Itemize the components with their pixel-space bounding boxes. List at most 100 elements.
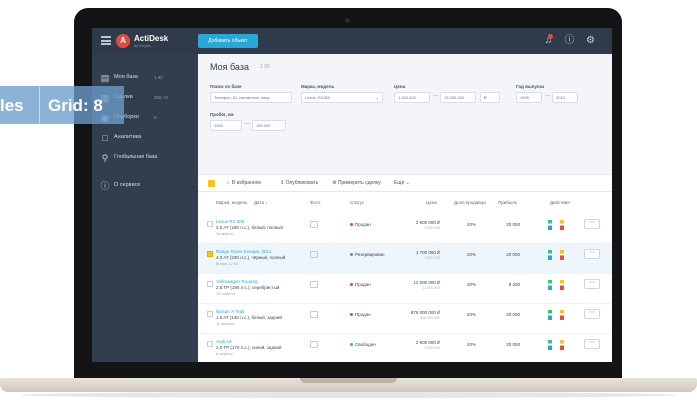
- row-date: Вчера 12:00: [216, 261, 239, 266]
- table-row[interactable]: Range Rover Evoque, 2012 4.0 AT (230 л.с.…: [198, 244, 612, 274]
- add-object-button[interactable]: Добавить объект: [198, 34, 258, 48]
- row-status: Продан: [350, 312, 371, 317]
- row-status-label: Продан: [355, 312, 371, 317]
- row-profit: 20 000: [506, 222, 520, 227]
- sidebar-item-label: Моя база: [114, 74, 138, 80]
- overlay-left-text: les: [0, 96, 24, 115]
- column-header-date[interactable]: Дата ↓: [254, 200, 267, 205]
- top-bar: A ActiDesk by Keydo Добавить объект ♫ ⓘ …: [92, 28, 612, 54]
- row-checkbox[interactable]: [207, 281, 213, 287]
- action-flags-icon[interactable]: [548, 250, 552, 260]
- model-select[interactable]: Lexus, RX300 ⌄: [301, 92, 383, 103]
- status-dot: [350, 313, 353, 317]
- column-header-price[interactable]: Цена: [426, 200, 437, 205]
- row-checkbox[interactable]: [207, 221, 213, 227]
- sidebar-item-global-base[interactable]: ⚲ Глобальная база: [92, 150, 198, 168]
- price-to-input[interactable]: 15 000 000: [440, 92, 476, 103]
- row-checkbox[interactable]: [207, 311, 213, 317]
- settings-icon[interactable]: ⚙: [585, 35, 596, 46]
- column-header-status[interactable]: Статус: [350, 200, 364, 205]
- sidebar-item-analytics[interactable]: □ Аналитика: [92, 130, 198, 148]
- table-row[interactable]: Audi A4 2.0 TP (170 л.с.), синий, задний 8…: [198, 334, 612, 362]
- row-profit: 20 000: [506, 312, 520, 317]
- page-title-count: 1 90: [260, 64, 270, 70]
- analytics-icon: □: [102, 133, 108, 143]
- row-checkbox[interactable]: [207, 251, 213, 257]
- help-icon[interactable]: ⓘ: [564, 35, 575, 46]
- row-price-old: 3 000 000: [424, 346, 440, 350]
- search-input[interactable]: Телефон, ID, контактное лицо: [210, 92, 292, 103]
- row-more-button[interactable]: ⋯: [584, 339, 600, 349]
- row-share: 20%: [466, 222, 476, 227]
- photo-icon[interactable]: [310, 281, 318, 288]
- action-flags-icon[interactable]: [548, 310, 552, 320]
- row-status: Продан: [350, 282, 371, 287]
- row-checkbox[interactable]: [207, 341, 213, 347]
- row-description: 1.6 AT (130 л.с.), белый, задний: [216, 315, 282, 320]
- more-label: Ещё: [394, 180, 405, 186]
- photo-icon[interactable]: [310, 341, 318, 348]
- info-icon: ⓘ: [100, 181, 110, 191]
- row-more-button[interactable]: ⋯: [584, 279, 600, 289]
- row-status-label: Продан: [355, 222, 371, 227]
- sidebar-item-label: О сервисе: [114, 182, 141, 188]
- row-description: 2.5 TP (190 л.с.), серебристый: [216, 285, 280, 290]
- row-description: 4.0 AT (230 л.с.), чёрный, полный: [216, 255, 286, 260]
- price-from-input[interactable]: 1 000 000: [394, 92, 430, 103]
- table-row[interactable]: Nissan X-Trail 1.6 AT (130 л.с.), белый, …: [198, 304, 612, 334]
- favorites-button[interactable]: ☆ В избранное: [226, 180, 261, 186]
- year-from-input[interactable]: 1995: [516, 92, 542, 103]
- photo-icon[interactable]: [310, 311, 318, 318]
- brand-name: ActiDesk: [134, 34, 169, 43]
- row-more-button[interactable]: ⋯: [584, 249, 600, 259]
- row-share: 20%: [466, 282, 476, 287]
- table-row[interactable]: Volkswagen Touareg 2.5 TP (190 л.с.), сер…: [198, 274, 612, 304]
- currency-select[interactable]: ₽: [480, 92, 500, 103]
- row-more-button[interactable]: ⋯: [584, 219, 600, 229]
- camera-icon: [345, 18, 350, 23]
- action-flags-icon[interactable]: [548, 280, 552, 290]
- row-price-old: 1 800 000: [424, 256, 440, 260]
- status-dot: [350, 283, 353, 287]
- notification-badge: [548, 34, 553, 39]
- action-flags-icon[interactable]: [548, 220, 552, 230]
- row-title-link[interactable]: Audi A4: [216, 339, 232, 344]
- column-header-share[interactable]: Доля продавца: [454, 200, 486, 205]
- mileage-to-input[interactable]: 150 000: [252, 120, 286, 131]
- table-row[interactable]: Lexus RX 300 2.0 AT (190 л.с.), белый, по…: [198, 214, 612, 244]
- action-status-icon[interactable]: [560, 250, 564, 260]
- year-to-input[interactable]: 2013: [552, 92, 578, 103]
- deal-icon: ⚙: [332, 180, 337, 186]
- action-status-icon[interactable]: [560, 220, 564, 230]
- column-header-profit[interactable]: Прибыль: [498, 200, 517, 205]
- brand-subtitle: by Keydo: [134, 43, 151, 48]
- preview-deal-button[interactable]: ⚙ Примерить сделку: [332, 180, 381, 186]
- action-status-icon[interactable]: [560, 340, 564, 350]
- row-share: 20%: [466, 342, 476, 347]
- menu-icon[interactable]: [101, 36, 111, 45]
- sidebar-item-count: 300 +0: [154, 95, 168, 100]
- row-title-link[interactable]: Volkswagen Touareg: [216, 279, 257, 284]
- sidebar-item-about[interactable]: ⓘ О сервисе: [92, 178, 198, 196]
- row-more-button[interactable]: ⋯: [584, 309, 600, 319]
- row-status: Продан: [350, 222, 371, 227]
- laptop-shadow: [20, 392, 677, 398]
- row-title-link[interactable]: Range Rover Evoque, 2012: [216, 249, 272, 254]
- row-profit: 8 200: [508, 282, 520, 287]
- more-button[interactable]: Ещё ⌄: [394, 180, 410, 186]
- select-all-checkbox[interactable]: [208, 180, 215, 187]
- column-header-model[interactable]: Марка, модель: [216, 200, 247, 205]
- publish-button[interactable]: ↥ Опубликовать: [280, 180, 318, 186]
- row-status-label: Продан: [355, 282, 371, 287]
- photo-icon[interactable]: [310, 221, 318, 228]
- action-flags-icon[interactable]: [548, 340, 552, 350]
- mileage-from-input[interactable]: 1000: [210, 120, 242, 131]
- action-status-icon[interactable]: [560, 280, 564, 290]
- row-title-link[interactable]: Nissan X-Trail: [216, 309, 244, 314]
- row-title-link[interactable]: Lexus RX 300: [216, 219, 244, 224]
- action-status-icon[interactable]: [560, 310, 564, 320]
- row-description: 2.0 AT (190 л.с.), белый, полный: [216, 225, 283, 230]
- grid-overlay: les Grid: 8: [0, 86, 124, 124]
- photo-icon[interactable]: [310, 251, 318, 258]
- publish-label: Опубликовать: [285, 180, 319, 186]
